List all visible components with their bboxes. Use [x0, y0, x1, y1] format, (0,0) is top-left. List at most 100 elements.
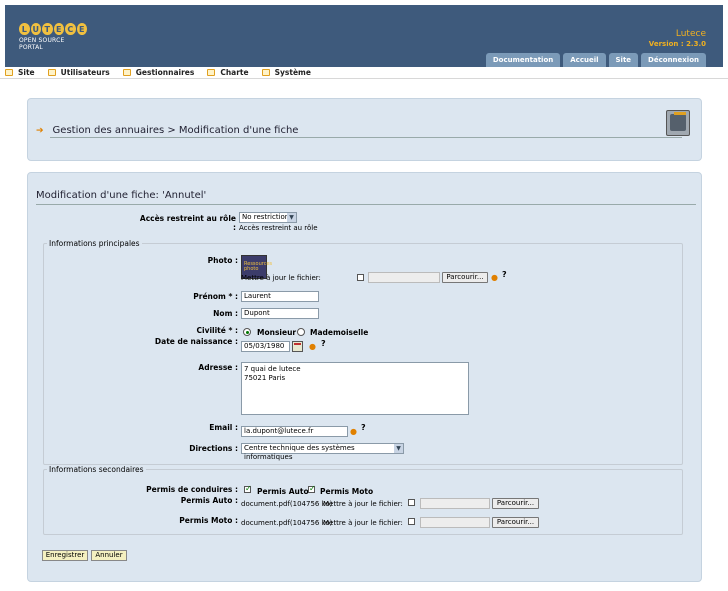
- role-hint: Accès restreint au rôle: [239, 224, 318, 232]
- logo-letter: C: [65, 23, 76, 35]
- breadcrumb-panel: ➔ Gestion des annuaires > Modification d…: [27, 98, 702, 161]
- app-version: Version : 2.3.0: [648, 40, 706, 48]
- logo-letter: L: [19, 23, 30, 35]
- adresse-label: Adresse :: [198, 363, 238, 372]
- photo-help[interactable]: ?: [502, 270, 507, 279]
- menu-item-label: Site: [18, 68, 35, 77]
- permis-moto-option-label: Permis Moto: [320, 487, 374, 496]
- permis-moto-update-label: Mettre à jour le fichier:: [323, 519, 403, 527]
- photo-update-label: Mettre à jour le fichier:: [241, 274, 321, 282]
- radio-monsieur[interactable]: [243, 328, 251, 336]
- permis-moto-file-input[interactable]: [420, 517, 490, 528]
- photo-file-input[interactable]: [368, 272, 440, 283]
- email-input[interactable]: la.dupont@lutece.fr: [241, 426, 348, 437]
- menu-item-label: Utilisateurs: [60, 68, 110, 77]
- toolbox-icon: [666, 110, 690, 136]
- radio-mademoiselle-label: Mademoiselle: [310, 328, 369, 337]
- folder-icon: [5, 69, 13, 76]
- lutece-logo[interactable]: L U T E C E OPEN SOURCE PORTAL: [19, 23, 87, 55]
- divider: [36, 204, 696, 205]
- civilite-label: Civilité * :: [196, 326, 239, 335]
- required-star-icon: ●: [309, 342, 316, 351]
- adresse-line: 7 quai de lutece: [244, 365, 301, 373]
- directions-label: Directions :: [189, 444, 238, 453]
- menu-item-label: Système: [274, 68, 311, 77]
- logo-letter: E: [53, 23, 64, 35]
- photo-alt-text: Ressources photo: [244, 261, 273, 272]
- logo-subtitle: OPEN SOURCE PORTAL: [19, 37, 65, 51]
- adresse-line: 75021 Paris: [244, 374, 286, 382]
- logo-letter: E: [76, 23, 87, 35]
- menu-item-systeme[interactable]: Système: [261, 68, 311, 77]
- permis-auto-label: Permis Auto :: [180, 496, 238, 505]
- prenom-input[interactable]: Laurent: [241, 291, 319, 302]
- permis-moto-browse-button[interactable]: Parcourir...: [492, 517, 539, 528]
- folder-icon: [207, 69, 216, 76]
- calendar-icon[interactable]: [292, 341, 303, 352]
- save-button[interactable]: Enregistrer: [42, 550, 88, 561]
- breadcrumb-text[interactable]: Gestion des annuaires > Modification d'u…: [53, 125, 299, 136]
- permis-moto-document-link[interactable]: document.pdf(104756 ko): [241, 519, 332, 527]
- role-label: Accès restreint au rôle :: [139, 214, 236, 232]
- permis-auto-update-checkbox[interactable]: [408, 499, 415, 506]
- permis-auto-option-label: Permis Auto: [257, 487, 309, 496]
- permis-auto-update-label: Mettre à jour le fichier:: [323, 500, 403, 508]
- photo-browse-button[interactable]: Parcourir...: [442, 272, 488, 283]
- email-label: Email :: [209, 423, 238, 432]
- permis-auto-document-link[interactable]: document.pdf(104756 ko): [241, 500, 332, 508]
- adresse-textarea[interactable]: 7 quai de lutece 75021 Paris: [241, 362, 469, 415]
- required-star-icon: ●: [350, 427, 357, 436]
- photo-label: Photo :: [207, 256, 238, 265]
- permis-label: Permis de conduires :: [146, 485, 238, 494]
- logo-letter: T: [42, 23, 53, 35]
- role-select[interactable]: No restriction ▼: [239, 212, 297, 223]
- directions-select[interactable]: Centre technique des systèmes informatiq…: [241, 443, 404, 461]
- main-menu: Site Utilisateurs Gestionnaires Charte S…: [0, 67, 728, 79]
- app-name: Lutece: [675, 29, 706, 39]
- chevron-down-icon: ▼: [287, 213, 296, 222]
- folder-icon: [122, 69, 131, 76]
- permis-auto-file-input[interactable]: [420, 498, 490, 509]
- permis-moto-checkbox[interactable]: [308, 484, 316, 493]
- naissance-label: Date de naissance :: [154, 337, 238, 346]
- menu-item-charte[interactable]: Charte: [207, 68, 249, 77]
- nom-input[interactable]: Dupont: [241, 308, 319, 319]
- radio-mademoiselle[interactable]: [297, 328, 305, 336]
- menu-item-label: Gestionnaires: [135, 68, 195, 77]
- chevron-down-icon: ▼: [394, 444, 403, 453]
- folder-icon: [47, 69, 56, 76]
- tab-site[interactable]: Site: [608, 53, 639, 67]
- role-select-value: No restriction: [242, 213, 290, 221]
- cancel-button[interactable]: Annuler: [91, 550, 127, 561]
- permis-auto-checkbox[interactable]: [244, 484, 252, 493]
- permis-moto-update-checkbox[interactable]: [408, 518, 415, 525]
- main-info-legend: Informations principales: [49, 239, 140, 248]
- menu-item-gestionnaires[interactable]: Gestionnaires: [122, 68, 195, 77]
- email-help[interactable]: ?: [361, 423, 366, 432]
- logo-letter: U: [30, 23, 41, 35]
- permis-auto-browse-button[interactable]: Parcourir...: [492, 498, 539, 509]
- required-star-icon: ●: [491, 273, 498, 282]
- tab-accueil[interactable]: Accueil: [563, 53, 606, 67]
- menu-item-label: Charte: [220, 68, 249, 77]
- permis-moto-label: Permis Moto :: [179, 516, 238, 525]
- radio-monsieur-label: Monsieur: [257, 328, 297, 337]
- nom-label: Nom :: [213, 309, 238, 318]
- folder-icon: [261, 69, 270, 76]
- menu-item-site[interactable]: Site: [5, 68, 35, 77]
- secondary-info-legend: Informations secondaires: [49, 465, 144, 474]
- naissance-help[interactable]: ?: [321, 339, 326, 348]
- breadcrumb: ➔ Gestion des annuaires > Modification d…: [36, 125, 298, 136]
- tab-deconnexion[interactable]: Déconnexion: [641, 53, 706, 67]
- menu-item-utilisateurs[interactable]: Utilisateurs: [47, 68, 110, 77]
- naissance-input[interactable]: 05/03/1980: [241, 341, 290, 352]
- arrow-right-icon: ➔: [36, 125, 44, 136]
- header: L U T E C E OPEN SOURCE PORTAL Lutece Ve…: [5, 5, 723, 67]
- form-panel: Modification d'une fiche: 'Annutel' Accè…: [27, 172, 702, 582]
- page-title: Modification d'une fiche: 'Annutel': [36, 190, 207, 201]
- prenom-label: Prénom * :: [193, 292, 238, 301]
- header-tabs: Documentation Accueil Site Déconnexion: [485, 53, 706, 67]
- photo-update-checkbox[interactable]: [357, 274, 364, 281]
- divider: [50, 137, 682, 138]
- tab-documentation[interactable]: Documentation: [485, 53, 561, 67]
